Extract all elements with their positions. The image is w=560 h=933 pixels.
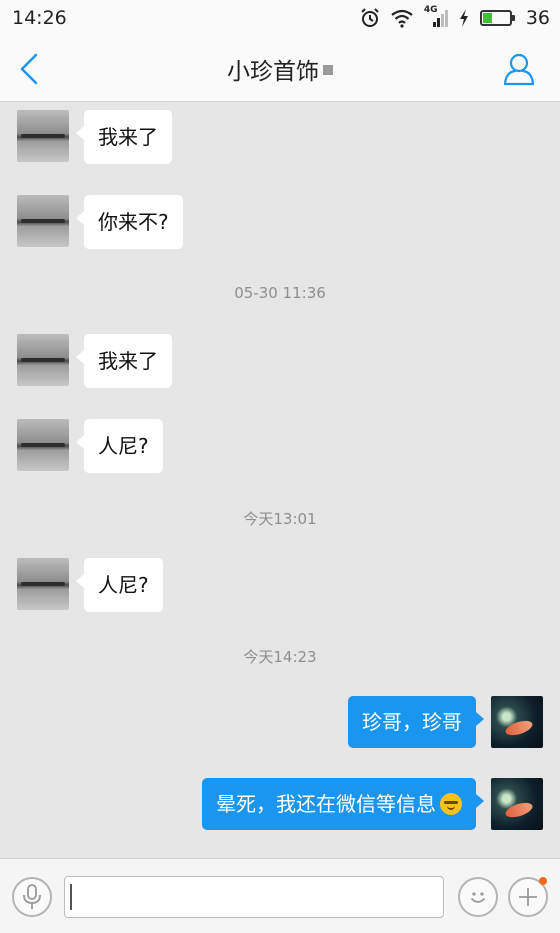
more-options-button[interactable] bbox=[508, 877, 548, 917]
status-time: 14:26 bbox=[12, 7, 67, 29]
input-bar bbox=[0, 858, 560, 933]
message-timestamp: 今天13:01 bbox=[243, 510, 317, 528]
battery-icon bbox=[479, 10, 515, 26]
sleepy-face-emoji-icon bbox=[440, 793, 462, 815]
contact-avatar[interactable] bbox=[17, 558, 69, 610]
chat-title: 小珍首饰 bbox=[227, 52, 333, 86]
sent-message-bubble[interactable]: 晕死，我还在微信等信息 bbox=[202, 778, 484, 830]
battery-fill bbox=[482, 13, 493, 23]
status-bar: 14:26 4G 36 bbox=[0, 0, 560, 36]
received-message-bubble[interactable]: 人尼? bbox=[76, 558, 163, 612]
contact-avatar[interactable] bbox=[17, 419, 69, 471]
person-icon[interactable] bbox=[502, 51, 536, 87]
message-timestamp: 今天14:23 bbox=[243, 648, 317, 666]
emoji-button[interactable] bbox=[458, 877, 498, 917]
received-message-bubble[interactable]: 我来了 bbox=[76, 110, 172, 164]
sent-message-text: 晕死，我还在微信等信息 bbox=[216, 792, 436, 816]
received-message-bubble[interactable]: 人尼? bbox=[76, 419, 163, 473]
back-icon[interactable] bbox=[14, 52, 44, 86]
contact-avatar[interactable] bbox=[17, 110, 69, 162]
contact-avatar[interactable] bbox=[17, 195, 69, 247]
sent-message-bubble[interactable]: 珍哥，珍哥 bbox=[348, 696, 484, 748]
notification-dot bbox=[539, 877, 547, 885]
signal-icon: 4G bbox=[424, 5, 448, 28]
status-icons: 4G 36 bbox=[360, 5, 550, 29]
self-avatar[interactable] bbox=[491, 696, 543, 748]
received-message-bubble[interactable]: 我来了 bbox=[76, 334, 172, 388]
message-list[interactable]: 我来了 你来不? 05-30 11:36 我来了 人尼? 今天13:01 人尼?… bbox=[0, 103, 560, 858]
text-cursor bbox=[70, 884, 72, 910]
contact-avatar[interactable] bbox=[17, 334, 69, 386]
smiley-face-icon bbox=[471, 892, 485, 903]
message-timestamp: 05-30 11:36 bbox=[234, 284, 326, 302]
offline-status-icon bbox=[323, 64, 333, 75]
contact-name: 小珍首饰 bbox=[227, 58, 319, 85]
self-avatar[interactable] bbox=[491, 778, 543, 830]
alarm-icon bbox=[361, 8, 379, 27]
sent-message-text: 珍哥，珍哥 bbox=[362, 710, 462, 734]
chat-header: 小珍首饰 bbox=[0, 36, 560, 102]
message-input[interactable] bbox=[64, 876, 444, 918]
received-message-bubble[interactable]: 你来不? bbox=[76, 195, 183, 249]
wifi-icon bbox=[391, 9, 413, 28]
plus-icon bbox=[519, 888, 537, 906]
battery-level: 36 bbox=[525, 7, 550, 29]
microphone-icon bbox=[23, 884, 41, 909]
charging-icon bbox=[459, 9, 468, 27]
voice-input-button[interactable] bbox=[12, 877, 52, 917]
